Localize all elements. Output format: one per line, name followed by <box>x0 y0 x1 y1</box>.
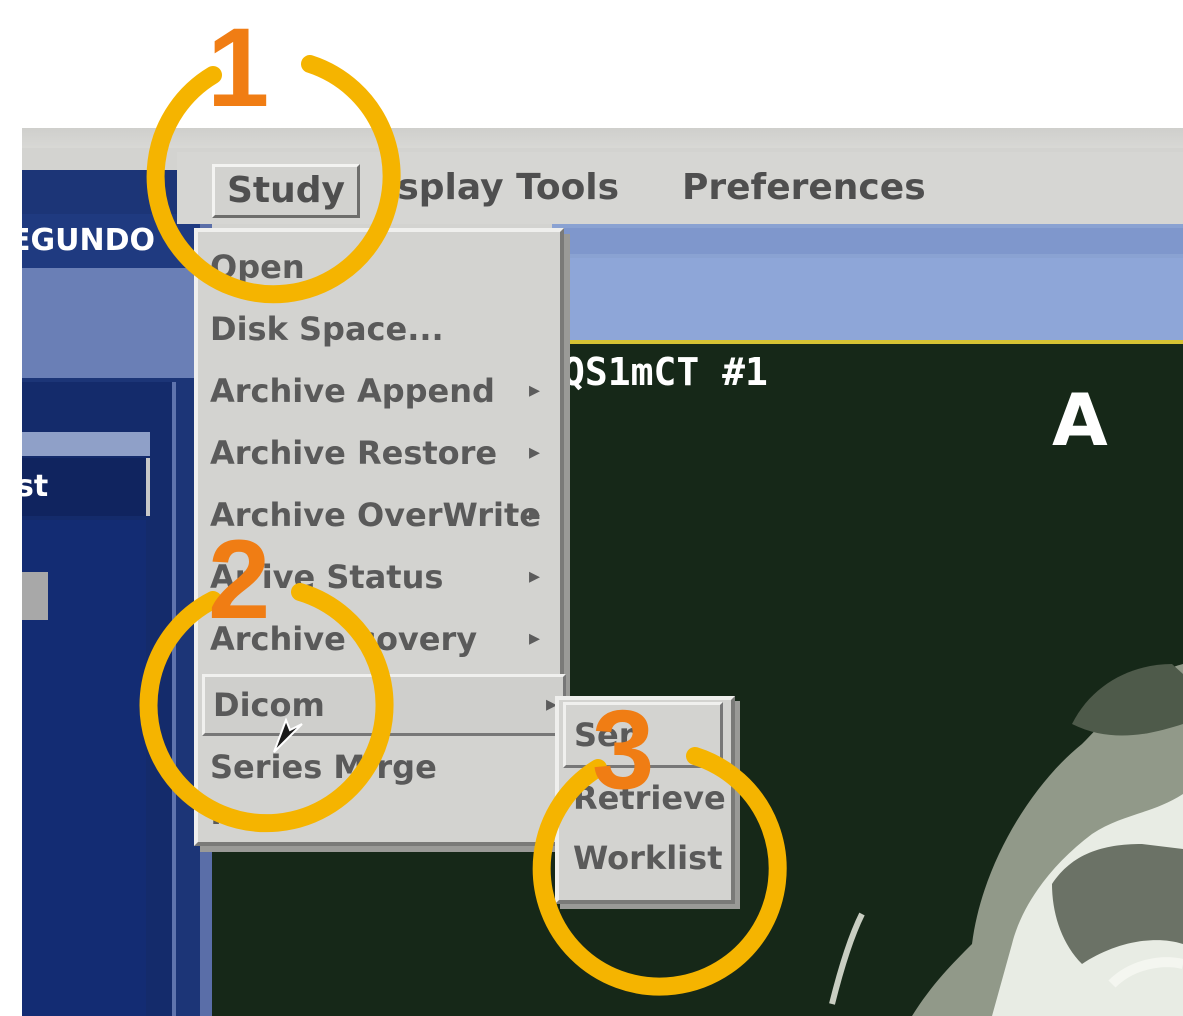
annotation-layer <box>139 55 787 996</box>
annotation-ring-1 <box>146 55 401 304</box>
step-number-3: 3 <box>592 687 655 812</box>
step-number-2: 2 <box>208 517 271 642</box>
annotation-ring-3 <box>532 747 787 996</box>
step-number-1: 1 <box>207 5 270 130</box>
